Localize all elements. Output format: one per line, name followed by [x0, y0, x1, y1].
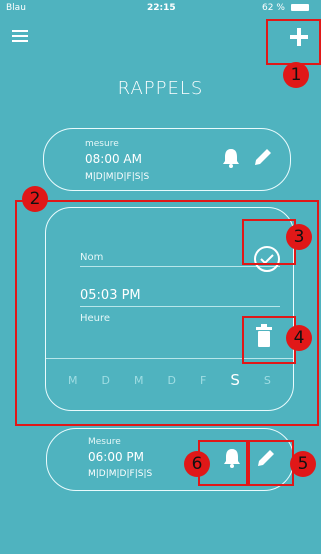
time-field-label: Heure: [80, 313, 111, 324]
battery-icon: [290, 4, 309, 11]
reminder-edit-card: Nom 05:03 PM Heure M D M D F S S: [45, 207, 294, 411]
weekday-selector: M D M D F S S: [46, 371, 293, 389]
annotation-badge: 3: [286, 224, 312, 250]
carrier-name: Blau: [6, 3, 26, 13]
day-toggle[interactable]: M: [134, 374, 144, 389]
reminder-time: 08:00 AM: [85, 152, 142, 166]
annotation-badge: 5: [290, 451, 316, 477]
day-toggle[interactable]: M: [68, 374, 78, 389]
hamburger-menu-icon[interactable]: [12, 30, 28, 42]
trash-icon[interactable]: [255, 324, 273, 348]
battery-percent: 62 %: [262, 3, 285, 13]
battery-status: 62 %: [262, 3, 309, 13]
edit-pencil-icon[interactable]: [252, 146, 274, 168]
reminder-days: M|D|M|D|F|S|S: [85, 172, 150, 182]
add-reminder-button[interactable]: [286, 24, 312, 50]
bell-icon[interactable]: [222, 148, 240, 168]
divider: [80, 266, 280, 267]
divider: [80, 306, 280, 307]
day-toggle[interactable]: D: [168, 374, 176, 389]
divider: [46, 358, 293, 359]
day-toggle[interactable]: F: [200, 374, 206, 389]
time-picker[interactable]: 05:03 PM: [80, 288, 141, 303]
name-field[interactable]: Nom: [80, 252, 260, 263]
reminder-label: Mesure: [88, 437, 121, 447]
reminder-time: 06:00 PM: [88, 450, 144, 464]
status-bar: Blau 22:15 62 %: [0, 0, 321, 16]
annotation-badge: 1: [283, 62, 309, 88]
confirm-check-icon[interactable]: [254, 246, 280, 272]
reminder-label: mesure: [85, 139, 119, 149]
page-title: RAPPELS: [117, 78, 204, 99]
day-toggle-active[interactable]: S: [230, 371, 240, 389]
annotation-badge: 4: [286, 325, 312, 351]
edit-pencil-icon[interactable]: [255, 447, 277, 469]
reminder-days: M|D|M|D|F|S|S: [88, 469, 153, 479]
day-toggle[interactable]: D: [102, 374, 110, 389]
reminder-card[interactable]: mesure 08:00 AM M|D|M|D|F|S|S: [43, 128, 291, 191]
day-toggle[interactable]: S: [264, 374, 271, 389]
clock: 22:15: [147, 3, 176, 13]
reminder-card[interactable]: Mesure 06:00 PM M|D|M|D|F|S|S: [46, 428, 294, 491]
bell-icon[interactable]: [223, 448, 241, 468]
annotation-badge: 2: [22, 186, 48, 212]
annotation-badge: 6: [184, 451, 210, 477]
